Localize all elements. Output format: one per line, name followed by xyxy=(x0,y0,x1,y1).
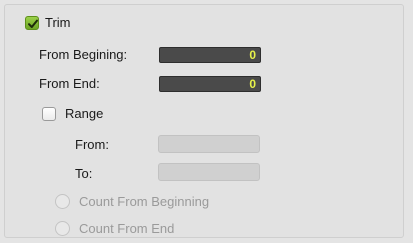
count-from-beginning-label: Count From Beginning xyxy=(79,194,210,209)
range-from-field[interactable] xyxy=(158,135,260,153)
range-to-label: To: xyxy=(75,166,93,181)
checkmark-icon xyxy=(28,19,38,28)
range-to-field[interactable] xyxy=(158,163,260,181)
range-checkbox[interactable] xyxy=(42,107,56,121)
trim-checkbox[interactable] xyxy=(25,16,39,30)
count-from-end-radio[interactable] xyxy=(55,221,70,236)
from-end-label: From End: xyxy=(39,76,100,91)
trim-settings-panel: Trim From Begining: 0 From End: 0 Range … xyxy=(4,4,404,238)
from-beginning-label: From Begining: xyxy=(39,47,128,62)
range-from-label: From: xyxy=(75,137,109,152)
count-from-beginning-radio[interactable] xyxy=(55,194,70,209)
range-label: Range xyxy=(65,106,104,121)
trim-label: Trim xyxy=(45,15,71,30)
count-from-end-label: Count From End xyxy=(79,221,175,236)
from-beginning-field[interactable]: 0 xyxy=(159,47,261,63)
from-end-field[interactable]: 0 xyxy=(159,76,261,92)
